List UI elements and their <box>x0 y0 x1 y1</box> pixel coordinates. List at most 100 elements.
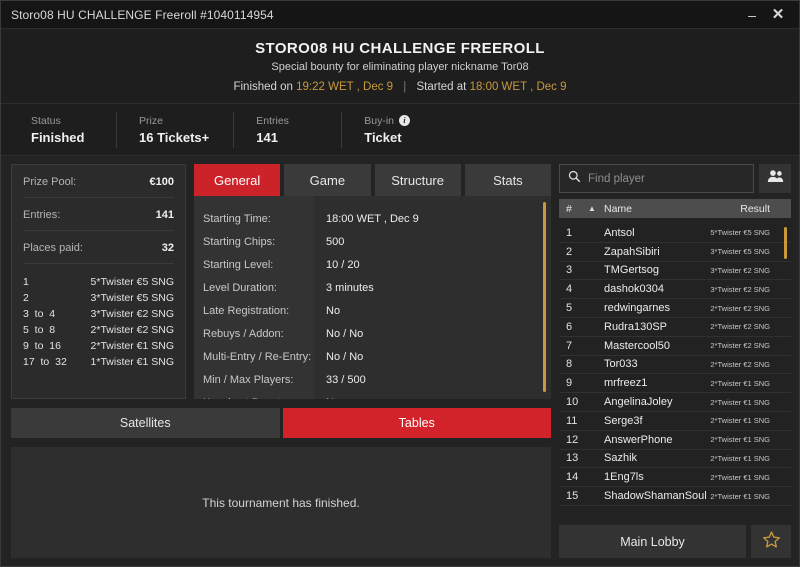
status-label-text: Buy-in <box>364 114 394 127</box>
table-row[interactable]: 2 ZapahSibiri 3*Twister €5 SNG <box>559 243 791 262</box>
player-result: 2*Twister €2 SNG <box>710 303 770 313</box>
tab-bar: General Game Structure Stats <box>194 164 551 196</box>
started-time: 18:00 WET , Dec 9 <box>469 81 567 93</box>
status-item-value: Ticket <box>364 129 402 145</box>
player-result: 2*Twister €1 SNG <box>710 435 770 445</box>
player-rank: 7 <box>566 339 573 352</box>
general-row-value: No <box>326 392 551 399</box>
payout-place: 17 to 32 <box>23 356 67 368</box>
player-name: 1Eng7ls <box>604 471 644 484</box>
lobby-body: Prize Pool: €100 Entries: 141 Places paid: 32… <box>1 156 799 566</box>
payout-prize: 2*Twister €2 SNG <box>90 324 174 336</box>
player-rank: 1 <box>566 226 573 239</box>
payout-place: 3 to 4 <box>23 308 56 320</box>
close-icon[interactable]: ✕ <box>767 4 789 26</box>
general-row-value: 33 / 500 <box>326 374 366 386</box>
tab-game[interactable]: Game <box>284 164 371 196</box>
general-row-label: Multi-Entry / Re-Entry: <box>203 351 312 363</box>
player-name: Mastercool50 <box>604 339 671 352</box>
tournament-header: STORO08 HU CHALLENGE FREEROLL Special bo… <box>1 29 799 104</box>
prize-summary-value: 32 <box>161 242 174 254</box>
table-row[interactable]: 6 Rudra130SP 2*Twister €2 SNG <box>559 318 791 337</box>
table-row[interactable]: 11 Serge3f 2*Twister €1 SNG <box>559 412 791 431</box>
payout-prize: 1*Twister €1 SNG <box>90 356 174 368</box>
prize-summary-key: Entries: <box>23 209 61 221</box>
player-result: 3*Twister €2 SNG <box>710 284 770 294</box>
status-strip: Status Finished Prize 16 Tickets+ Entries 141… <box>1 104 799 156</box>
status-item-buy-in: Buy-in i Ticket <box>364 112 450 148</box>
column-header-name[interactable]: Name <box>604 203 740 215</box>
search-box[interactable] <box>559 164 754 193</box>
status-label-text: Entries <box>256 114 289 127</box>
payout-item: 17 to 32 1*Twister €1 SNG <box>23 354 174 370</box>
prize-summary-row: Entries: 141 <box>23 198 174 231</box>
prize-summary-value: 141 <box>155 209 174 221</box>
prize-summary-key: Prize Pool: <box>23 176 77 188</box>
player-rank: 6 <box>566 320 573 333</box>
status-item-label: Status <box>31 115 92 127</box>
player-rank: 8 <box>566 358 573 371</box>
player-rank: 10 <box>566 396 579 409</box>
payout-item: 3 to 4 3*Twister €2 SNG <box>23 306 174 322</box>
people-icon <box>767 169 784 188</box>
player-rank: 13 <box>566 452 579 465</box>
favorite-button[interactable] <box>751 525 791 558</box>
tab-general[interactable]: General <box>194 164 281 196</box>
player-list-scrollbar[interactable] <box>784 227 787 259</box>
table-row[interactable]: 10 AngelinaJoley 2*Twister €1 SNG <box>559 393 791 412</box>
title-bar: Storo08 HU CHALLENGE Freeroll #104011495… <box>1 1 799 29</box>
general-row-label: Late Registration: <box>203 305 290 317</box>
prize-summary-row: Prize Pool: €100 <box>23 165 174 198</box>
table-row[interactable]: 8 Tor033 2*Twister €2 SNG <box>559 356 791 375</box>
table-row[interactable]: 5 redwingarnes 2*Twister €2 SNG <box>559 299 791 318</box>
payout-prize: 2*Twister €1 SNG <box>90 340 174 352</box>
player-name: dashok0304 <box>604 283 664 296</box>
minimize-button[interactable]: – <box>741 4 763 26</box>
player-rank: 3 <box>566 264 573 277</box>
info-tab-panel: General Game Structure Stats Starting Time:… <box>194 164 551 399</box>
table-row[interactable]: 1 Antsol 5*Twister €5 SNG <box>559 224 791 243</box>
player-name: Tor033 <box>604 358 638 371</box>
player-rank: 12 <box>566 433 579 446</box>
top-row: Prize Pool: €100 Entries: 141 Places paid: 32… <box>11 164 551 399</box>
general-labels-column: Starting Time: Starting Chips: Starting Le… <box>194 196 314 399</box>
general-scrollbar[interactable] <box>543 202 546 392</box>
prize-summary-key: Places paid: <box>23 242 83 254</box>
payout-prize: 3*Twister €2 SNG <box>90 308 174 320</box>
status-label-text: Prize <box>139 114 163 127</box>
column-header-result[interactable]: Result <box>740 203 784 215</box>
column-header-number[interactable]: # <box>566 203 588 215</box>
payout-prize: 5*Twister €5 SNG <box>90 276 174 288</box>
info-icon[interactable]: i <box>399 115 410 126</box>
status-item-label: Buy-in i <box>364 115 426 127</box>
table-row[interactable]: 7 Mastercool50 2*Twister €2 SNG <box>559 337 791 356</box>
table-row[interactable]: 14 1Eng7ls 2*Twister €1 SNG <box>559 468 791 488</box>
search-icon <box>568 170 581 188</box>
table-row[interactable]: 15 ShadowShamanSoul 2*Twister €1 SNG <box>559 487 791 506</box>
table-row[interactable]: 13 Sazhik 2*Twister €1 SNG <box>559 450 791 469</box>
bottom-tab-tables[interactable]: Tables <box>282 408 551 438</box>
status-item-prize: Prize 16 Tickets+ <box>139 111 235 148</box>
general-row-label: Starting Level: <box>203 259 274 271</box>
main-lobby-button[interactable]: Main Lobby <box>559 525 746 558</box>
player-name: Serge3f <box>604 414 643 427</box>
table-row[interactable]: 9 mrfreez1 2*Twister €1 SNG <box>559 374 791 394</box>
sort-ascending-icon[interactable]: ▲ <box>588 204 604 213</box>
search-input[interactable] <box>588 172 745 185</box>
general-values-column: 18:00 WET , Dec 9 500 10 / 20 3 minutes No No… <box>314 196 551 399</box>
prize-summary-value: €100 <box>149 176 174 188</box>
lobby-actions-row: Main Lobby <box>559 525 791 558</box>
tab-structure[interactable]: Structure <box>374 164 461 196</box>
bottom-tab-satellites[interactable]: Satellites <box>11 408 280 438</box>
player-list-header: # ▲ Name Result <box>559 199 791 218</box>
finished-label: Finished on <box>233 81 293 93</box>
player-result: 2*Twister €2 SNG <box>710 322 770 332</box>
table-row[interactable]: 4 dashok0304 3*Twister €2 SNG <box>559 280 791 300</box>
players-icon-button[interactable] <box>759 164 791 193</box>
player-result: 2*Twister €2 SNG <box>710 341 770 351</box>
tab-stats[interactable]: Stats <box>464 164 551 196</box>
player-result: 5*Twister €5 SNG <box>710 228 770 238</box>
general-row-value: 18:00 WET , Dec 9 <box>326 213 419 225</box>
table-row[interactable]: 12 AnswerPhone 2*Twister €1 SNG <box>559 431 791 450</box>
table-row[interactable]: 3 TMGertsog 3*Twister €2 SNG <box>559 262 791 281</box>
